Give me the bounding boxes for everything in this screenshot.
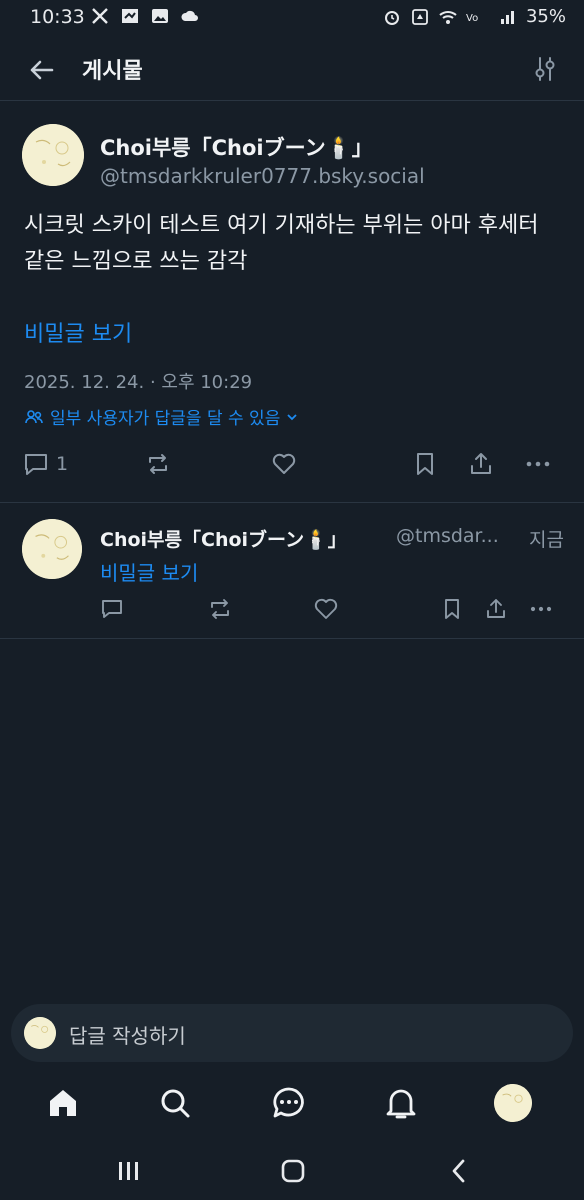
volte-icon: Vo: [466, 13, 478, 24]
post-actions: 1: [0, 448, 584, 484]
profile-avatar: [494, 1084, 532, 1122]
back-arrow-icon[interactable]: [22, 50, 62, 90]
reply-author-name[interactable]: Choi부릉「Choiブーン🕯️」: [100, 525, 347, 552]
nav-home[interactable]: [42, 1082, 84, 1124]
nav-search[interactable]: [154, 1082, 196, 1124]
composer-placeholder[interactable]: 답글 작성하기: [69, 1020, 186, 1049]
author-name[interactable]: Choi부릉「Choiブーン🕯️」: [100, 132, 373, 162]
nav-chat[interactable]: [268, 1082, 310, 1124]
share-button[interactable]: [467, 448, 495, 480]
post-date: 2025. 12. 24. · 오후 10:29: [24, 372, 253, 393]
bookmark-icon: [417, 453, 433, 475]
signal-icon: [500, 10, 514, 24]
reply-permission-label: 일부 사용자가 답글을 달 수 있음: [50, 409, 281, 429]
heart-icon[interactable]: [312, 595, 340, 623]
wifi-icon: [439, 10, 457, 24]
nav-profile[interactable]: [492, 1082, 534, 1124]
chevron-down-icon: [287, 413, 297, 420]
search-icon: [161, 1089, 190, 1118]
reply-composer[interactable]: 답글 작성하기: [11, 1004, 573, 1062]
cloud-icon: [181, 10, 198, 21]
share-icon: [471, 453, 491, 474]
bottom-nav: [0, 1072, 584, 1138]
reply-time: 지금: [529, 529, 564, 551]
reply-actions: [0, 595, 584, 625]
post-thread-screen: 10:33 Vo 35% 게시물 Choi부릉「Choiブーン🕯️」 @tmsd…: [0, 0, 584, 1200]
reply-button[interactable]: 1: [22, 448, 68, 480]
divider: [0, 638, 584, 639]
system-nav-bar: [0, 1140, 584, 1200]
nav-notifications[interactable]: [380, 1082, 422, 1124]
system-back-icon[interactable]: [442, 1154, 476, 1188]
reply-post[interactable]: Choi부릉「Choiブーン🕯️」 @tmsdar... 지금 비밀글 보기: [0, 503, 584, 639]
bird-icon: [122, 9, 138, 23]
reply-secret-link[interactable]: 비밀글 보기: [100, 557, 198, 586]
people-icon: [25, 409, 43, 423]
avatar[interactable]: [22, 124, 84, 186]
home-button-icon[interactable]: [276, 1154, 310, 1188]
status-bar: 10:33 Vo 35%: [0, 0, 584, 34]
avatar: [24, 1017, 56, 1049]
like-button[interactable]: [270, 448, 298, 480]
main-post: Choi부릉「Choiブーン🕯️」 @tmsdarkkruler0777.bsk…: [0, 100, 584, 502]
repost-icon[interactable]: [206, 595, 234, 623]
recent-apps-icon[interactable]: [112, 1154, 146, 1188]
reply-permission[interactable]: 일부 사용자가 답글을 달 수 있음: [24, 404, 298, 429]
moon-avatar-icon: [22, 519, 82, 579]
battery-level: 35%: [525, 6, 566, 27]
image-icon: [152, 9, 168, 23]
bookmark-button[interactable]: [411, 448, 439, 480]
bookmark-icon[interactable]: [438, 595, 466, 623]
more-dots-icon[interactable]: [527, 595, 555, 623]
recycle-icon: [412, 8, 428, 25]
x-icon: [92, 8, 108, 24]
reply-count: 1: [56, 453, 69, 475]
more-dots-icon: [526, 461, 550, 467]
sliders-icon[interactable]: [528, 52, 562, 86]
chat-icon: [273, 1087, 304, 1118]
avatar[interactable]: [22, 519, 82, 579]
comment-icon[interactable]: [98, 595, 126, 623]
moon-avatar-icon: [24, 1017, 56, 1049]
comment-icon: [25, 454, 47, 475]
heart-icon: [272, 453, 296, 474]
status-time: 10:33: [30, 6, 85, 28]
more-button[interactable]: [524, 448, 552, 480]
moon-avatar-icon: [494, 1084, 532, 1122]
post-text: 시크릿 스카이 테스트 여기 기재하는 부위는 아마 후세터 같은 느낌으로 쓰…: [24, 213, 539, 274]
moon-avatar-icon: [22, 124, 84, 186]
share-icon[interactable]: [482, 595, 510, 623]
top-bar: 게시물: [0, 40, 584, 98]
author-handle[interactable]: @tmsdarkkruler0777.bsky.social: [100, 164, 425, 188]
bell-icon: [386, 1089, 416, 1119]
repost-button[interactable]: [144, 448, 172, 480]
repost-icon: [149, 454, 167, 474]
home-icon: [50, 1090, 76, 1116]
page-title: 게시물: [82, 59, 143, 84]
svg-text:Vo: Vo: [466, 13, 478, 24]
alarm-icon: [384, 10, 399, 25]
reply-author-handle[interactable]: @tmsdar...: [396, 525, 499, 547]
secret-post-link[interactable]: 비밀글 보기: [24, 316, 132, 348]
